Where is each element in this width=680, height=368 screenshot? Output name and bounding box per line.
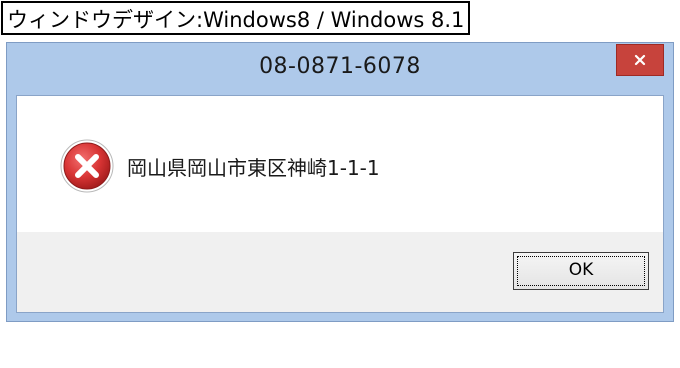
message-text: 岡山県岡山市東区神崎1-1-1 [127,156,380,180]
window-title: 08-0871-6078 [259,54,421,79]
ok-button[interactable]: OK [513,252,649,290]
button-area: OK [17,232,663,312]
title-bar[interactable]: 08-0871-6078 [7,43,673,95]
ok-button-label: OK [568,260,594,280]
close-button[interactable] [616,44,664,76]
page-caption: ウィンドウデザイン:Windows8 / Windows 8.1 [1,1,471,35]
dialog-client-area: 岡山県岡山市東区神崎1-1-1 OK [16,95,664,313]
error-icon [60,139,114,193]
close-icon [617,45,663,75]
message-area: 岡山県岡山市東区神崎1-1-1 [17,96,663,232]
message-box-window: 08-0871-6078 岡山県岡山市東区神崎1-1-1 OK [6,42,674,322]
